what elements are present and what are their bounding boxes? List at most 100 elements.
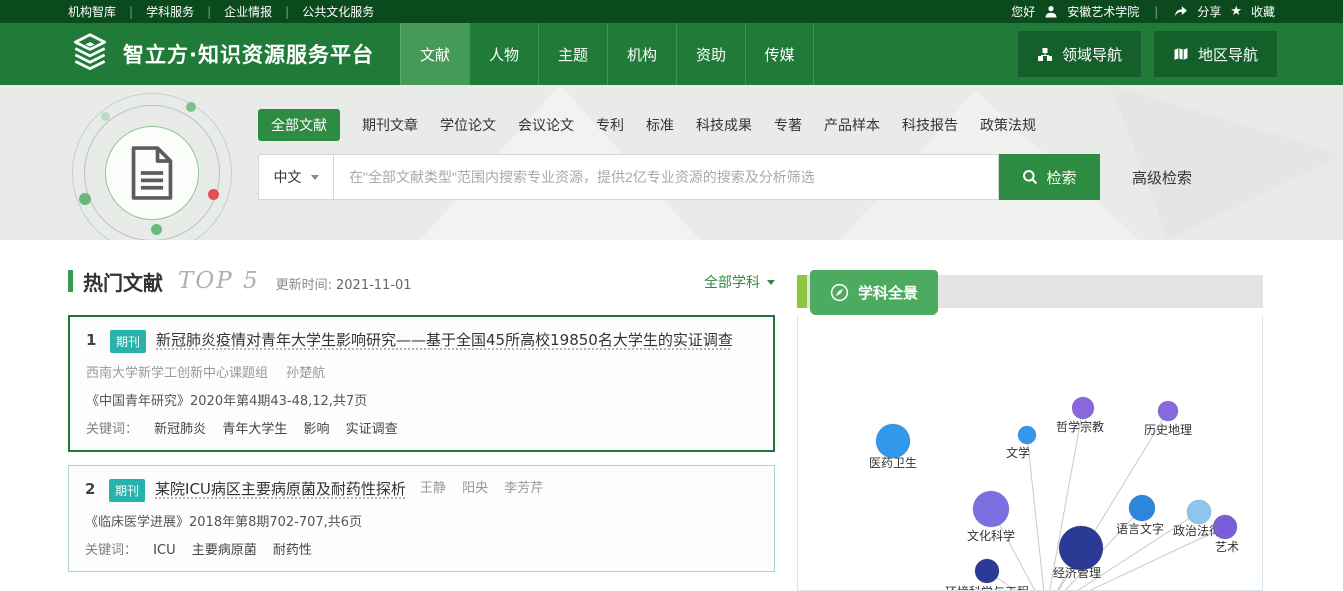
discipline-bubble[interactable]	[1158, 401, 1178, 421]
compass-icon	[830, 283, 849, 302]
discipline-panorama-panel: 学科全景 医药卫生文学哲学宗教历史地理文化科学经济管理语言文字政治法律艺术环境科…	[787, 270, 1263, 591]
document-orbit-graphic	[72, 93, 232, 240]
bubble-label: 哲学宗教	[1056, 419, 1104, 434]
doc-tab-journal[interactable]: 期刊文章	[362, 115, 418, 135]
author[interactable]: 阳央	[462, 481, 488, 496]
search-icon	[1022, 169, 1038, 185]
doc-tab-tech-report[interactable]: 科技报告	[902, 115, 958, 135]
chevron-down-icon	[767, 280, 775, 285]
panorama-tab[interactable]: 学科全景	[810, 270, 938, 315]
top-menu-item-enterprise-intel[interactable]: 企业情报	[211, 3, 285, 20]
source-line: 《中国青年研究》2020年第4期43-48,12,共7页	[86, 390, 757, 409]
region-nav-button[interactable]: 地区导航	[1154, 31, 1277, 77]
main-navbar: 智立方·知识资源服务平台 文献 人物 主题 机构 资助 传媒 领域导航 地区导航	[0, 23, 1343, 85]
map-icon	[1173, 47, 1189, 61]
discipline-bubble[interactable]	[975, 559, 999, 583]
star-icon: ★	[1230, 5, 1242, 18]
author[interactable]: 孙楚航	[286, 366, 325, 381]
favorite-button[interactable]: 收藏	[1251, 3, 1275, 20]
author[interactable]: 王静	[420, 481, 446, 496]
discipline-bubble[interactable]	[1213, 515, 1237, 539]
panorama-chart-area: 医药卫生文学哲学宗教历史地理文化科学经济管理语言文字政治法律艺术环境科学与工程	[797, 315, 1263, 591]
top-menu-item-subject-service[interactable]: 学科服务	[133, 3, 207, 20]
platform-title: 智立方·知识资源服务平台	[123, 39, 374, 69]
top5-label: TOP 5	[178, 268, 260, 294]
top-utility-bar: 机构智库| 学科服务| 企业情报| 公共文化服务 您好 安徽艺术学院 | 分享 …	[0, 0, 1343, 23]
bubble-label: 语言文字	[1116, 521, 1164, 536]
keyword[interactable]: 青年大学生	[222, 422, 287, 437]
language-select[interactable]: 中文	[258, 154, 334, 200]
update-time: 更新时间:2021-11-01	[276, 274, 412, 293]
journal-tag: 期刊	[109, 479, 145, 502]
discipline-bubble[interactable]	[973, 491, 1009, 527]
logo-cube-icon	[68, 32, 112, 76]
discipline-bubble-chart: 医药卫生文学哲学宗教历史地理文化科学经济管理语言文字政治法律艺术环境科学与工程	[798, 315, 1262, 591]
doc-tab-conference[interactable]: 会议论文	[518, 115, 574, 135]
document-icon	[128, 144, 176, 202]
hot-document-card-2[interactable]: 2 期刊 某院ICU病区主要病原菌及耐药性探析 王静 阳央 李芳芹 《临床医学进…	[68, 465, 775, 572]
document-title-link[interactable]: 新冠肺炎疫情对青年大学生影响研究——基于全国45所高校19850名大学生的实证调…	[156, 327, 733, 353]
bubble-label: 文化科学	[967, 528, 1015, 543]
subject-filter-label: 全部学科	[704, 272, 760, 292]
share-button[interactable]: 分享	[1197, 3, 1221, 20]
hot-documents-section: 热门文献 TOP 5 更新时间:2021-11-01 全部学科 1 期刊 新冠肺…	[68, 266, 775, 572]
nav-tab-funding[interactable]: 资助	[676, 23, 745, 85]
discipline-bubble[interactable]	[1018, 426, 1036, 444]
keyword[interactable]: 影响	[303, 422, 329, 437]
orbit-dot	[186, 102, 196, 112]
author[interactable]: 西南大学新学工创新中心课题组	[86, 366, 268, 381]
nav-tab-literature[interactable]: 文献	[400, 23, 469, 85]
nav-tab-institutions[interactable]: 机构	[607, 23, 676, 85]
keyword[interactable]: ICU	[153, 543, 175, 558]
bubble-label: 艺术	[1215, 540, 1239, 554]
keyword[interactable]: 实证调查	[346, 422, 398, 437]
rank-number: 2	[85, 476, 109, 502]
top-menu-item-think-tank[interactable]: 机构智库	[68, 3, 129, 20]
greeting-text: 您好	[1011, 3, 1035, 20]
keyword[interactable]: 耐药性	[273, 543, 312, 558]
discipline-bubble[interactable]	[1059, 526, 1103, 570]
domain-nav-button[interactable]: 领域导航	[1018, 31, 1141, 77]
nav-tab-people[interactable]: 人物	[469, 23, 538, 85]
nav-tab-topics[interactable]: 主题	[538, 23, 607, 85]
share-icon	[1173, 5, 1188, 18]
document-title-link[interactable]: 某院ICU病区主要病原菌及耐药性探析	[155, 476, 406, 502]
discipline-bubble[interactable]	[876, 424, 910, 458]
search-button[interactable]: 检索	[999, 154, 1100, 200]
lime-accent-bar	[797, 275, 807, 308]
doc-tab-product-sample[interactable]: 产品样本	[824, 115, 880, 135]
keyword[interactable]: 主要病原菌	[192, 543, 257, 558]
doc-tab-patent[interactable]: 专利	[596, 115, 624, 135]
orbit-dot	[101, 112, 110, 121]
doc-tab-thesis[interactable]: 学位论文	[440, 115, 496, 135]
doc-tab-monograph[interactable]: 专著	[774, 115, 802, 135]
doc-tab-policy[interactable]: 政策法规	[980, 115, 1036, 135]
doc-tab-standard[interactable]: 标准	[646, 115, 674, 135]
keywords-label: 关键词：	[86, 422, 138, 437]
top-menu-item-public-culture[interactable]: 公共文化服务	[289, 3, 387, 20]
keywords-line: 关键词： 新冠肺炎 青年大学生 影响 实证调查	[86, 418, 757, 437]
panorama-tab-label: 学科全景	[858, 282, 918, 303]
discipline-bubble[interactable]	[1129, 495, 1155, 521]
logo[interactable]: 智立方·知识资源服务平台	[0, 23, 400, 85]
discipline-bubble[interactable]	[1072, 397, 1094, 419]
subject-filter-dropdown[interactable]: 全部学科	[704, 272, 775, 292]
bubble-label: 文学	[1006, 445, 1030, 460]
account-name[interactable]: 安徽艺术学院	[1067, 3, 1139, 20]
region-nav-label: 地区导航	[1198, 44, 1258, 65]
author[interactable]: 李芳芹	[504, 481, 543, 496]
discipline-bubble[interactable]	[1187, 500, 1211, 524]
section-title: 热门文献	[83, 267, 163, 296]
doc-tab-all[interactable]: 全部文献	[258, 109, 340, 141]
doc-type-tabs: 全部文献 期刊文章 学位论文 会议论文 专利 标准 科技成果 专著 产品样本 科…	[258, 110, 1192, 140]
doc-tab-achievement[interactable]: 科技成果	[696, 115, 752, 135]
rank-number: 1	[86, 327, 110, 353]
search-input[interactable]	[334, 154, 999, 200]
orbit-dot	[79, 193, 91, 205]
advanced-search-link[interactable]: 高级检索	[1132, 154, 1192, 200]
domain-nav-icon	[1037, 47, 1053, 62]
keyword[interactable]: 新冠肺炎	[154, 422, 206, 437]
domain-nav-label: 领域导航	[1062, 44, 1122, 65]
nav-tab-media[interactable]: 传媒	[745, 23, 814, 85]
hot-document-card-1[interactable]: 1 期刊 新冠肺炎疫情对青年大学生影响研究——基于全国45所高校19850名大学…	[68, 315, 775, 452]
